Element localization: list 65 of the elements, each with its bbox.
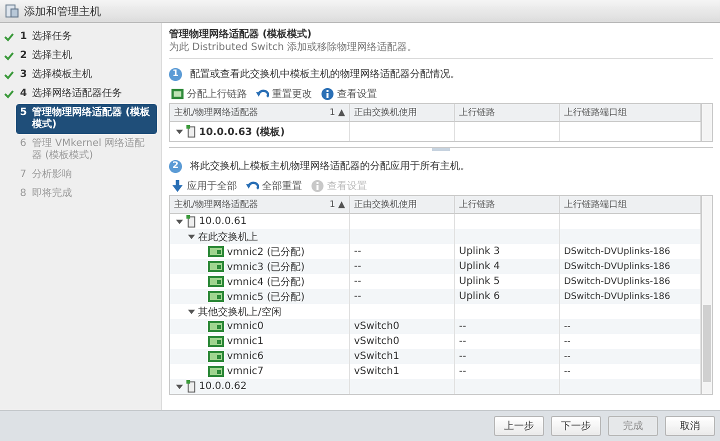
page-subtitle: 为此 Distributed Switch 添加或移除物理网络适配器。 bbox=[169, 41, 418, 54]
table-cell: vmnic5 (已分配) bbox=[170, 289, 350, 304]
column-header[interactable]: 主机/物理网络适配器 1 ▲ bbox=[170, 104, 350, 121]
table-cell: vmnic6 bbox=[170, 349, 350, 364]
network-card-icon bbox=[208, 261, 224, 272]
wizard-step[interactable]: 2 选择主机 bbox=[16, 47, 157, 65]
scrollbar[interactable] bbox=[701, 196, 712, 394]
down-arrow-icon bbox=[171, 180, 184, 192]
column-header[interactable]: 正由交换机使用 bbox=[350, 104, 455, 121]
table-cell: Uplink 4 bbox=[455, 259, 560, 274]
toolbar-button[interactable]: 应用于全部 bbox=[169, 177, 239, 195]
network-card-icon bbox=[208, 276, 224, 287]
undo-arrow-icon bbox=[256, 88, 269, 100]
column-header[interactable]: 上行链路 bbox=[455, 196, 560, 213]
wizard-step[interactable]: 4 选择网络适配器任务 bbox=[16, 85, 157, 103]
table-cell: 10.0.0.63 (模板) bbox=[170, 122, 350, 141]
table-cell: vmnic0 bbox=[170, 319, 350, 334]
table-cell: Uplink 6 bbox=[455, 289, 560, 304]
network-card-icon bbox=[171, 88, 184, 100]
table-cell: vSwitch1 bbox=[350, 349, 455, 364]
network-card-icon bbox=[208, 291, 224, 302]
wizard-button[interactable]: 上一步 bbox=[494, 416, 544, 436]
wizard-button[interactable]: 下一步 bbox=[551, 416, 601, 436]
splitter-handle[interactable] bbox=[432, 148, 450, 151]
expand-caret-icon[interactable] bbox=[188, 308, 195, 315]
network-card-icon bbox=[208, 336, 224, 347]
expand-caret-icon[interactable] bbox=[176, 128, 183, 135]
info-icon bbox=[311, 180, 324, 192]
column-header[interactable]: 主机/物理网络适配器 1 ▲ bbox=[170, 196, 350, 213]
instruction-text: 将此交换机上模板主机物理网络适配器的分配应用于所有主机。 bbox=[190, 160, 470, 173]
table-cell: -- bbox=[455, 349, 560, 364]
column-header[interactable]: 上行链路 bbox=[455, 104, 560, 121]
wizard-button[interactable]: 取消 bbox=[665, 416, 715, 436]
toolbar-button[interactable]: 查看设置 bbox=[319, 85, 379, 103]
info-icon bbox=[321, 88, 334, 100]
expand-caret-icon[interactable] bbox=[176, 218, 183, 225]
network-card-icon bbox=[208, 366, 224, 377]
toolbar-button[interactable]: 全部重置 bbox=[244, 177, 304, 195]
step-number-badge: 2 bbox=[169, 160, 182, 172]
wizard-step[interactable]: 3 选择模板主机 bbox=[16, 66, 157, 84]
window-title: 添加和管理主机 bbox=[24, 4, 101, 18]
window-icon bbox=[5, 4, 19, 18]
table-cell: vSwitch0 bbox=[350, 319, 455, 334]
server-icon bbox=[186, 125, 196, 138]
expand-caret-icon[interactable] bbox=[188, 233, 195, 240]
expand-caret-icon[interactable] bbox=[176, 383, 183, 390]
step-number-badge: 1 bbox=[169, 68, 182, 80]
table-cell: 10.0.0.62 bbox=[170, 379, 350, 394]
table-cell: vmnic3 (已分配) bbox=[170, 259, 350, 274]
page-title: 管理物理网络适配器 (模板模式) bbox=[169, 28, 313, 41]
toolbar-button[interactable]: 分配上行链路 bbox=[169, 85, 249, 103]
instruction-text: 配置或查看此交换机中模板主机的物理网络适配器分配情况。 bbox=[190, 68, 460, 81]
column-header[interactable]: 正由交换机使用 bbox=[350, 196, 455, 213]
wizard-step[interactable]: 1 选择任务 bbox=[16, 28, 157, 46]
table-cell: -- bbox=[350, 259, 455, 274]
undo-arrow-icon bbox=[246, 180, 259, 192]
network-card-icon bbox=[208, 246, 224, 257]
table-cell: 在此交换机上 bbox=[170, 229, 350, 244]
table-cell: -- bbox=[350, 289, 455, 304]
wizard-step[interactable]: 5 管理物理网络适配器 (模板模式) bbox=[16, 104, 157, 134]
toolbar-button[interactable]: 重置更改 bbox=[254, 85, 314, 103]
network-card-icon bbox=[208, 351, 224, 362]
scrollbar[interactable] bbox=[701, 104, 712, 141]
table-cell: -- bbox=[455, 319, 560, 334]
network-card-icon bbox=[208, 321, 224, 332]
